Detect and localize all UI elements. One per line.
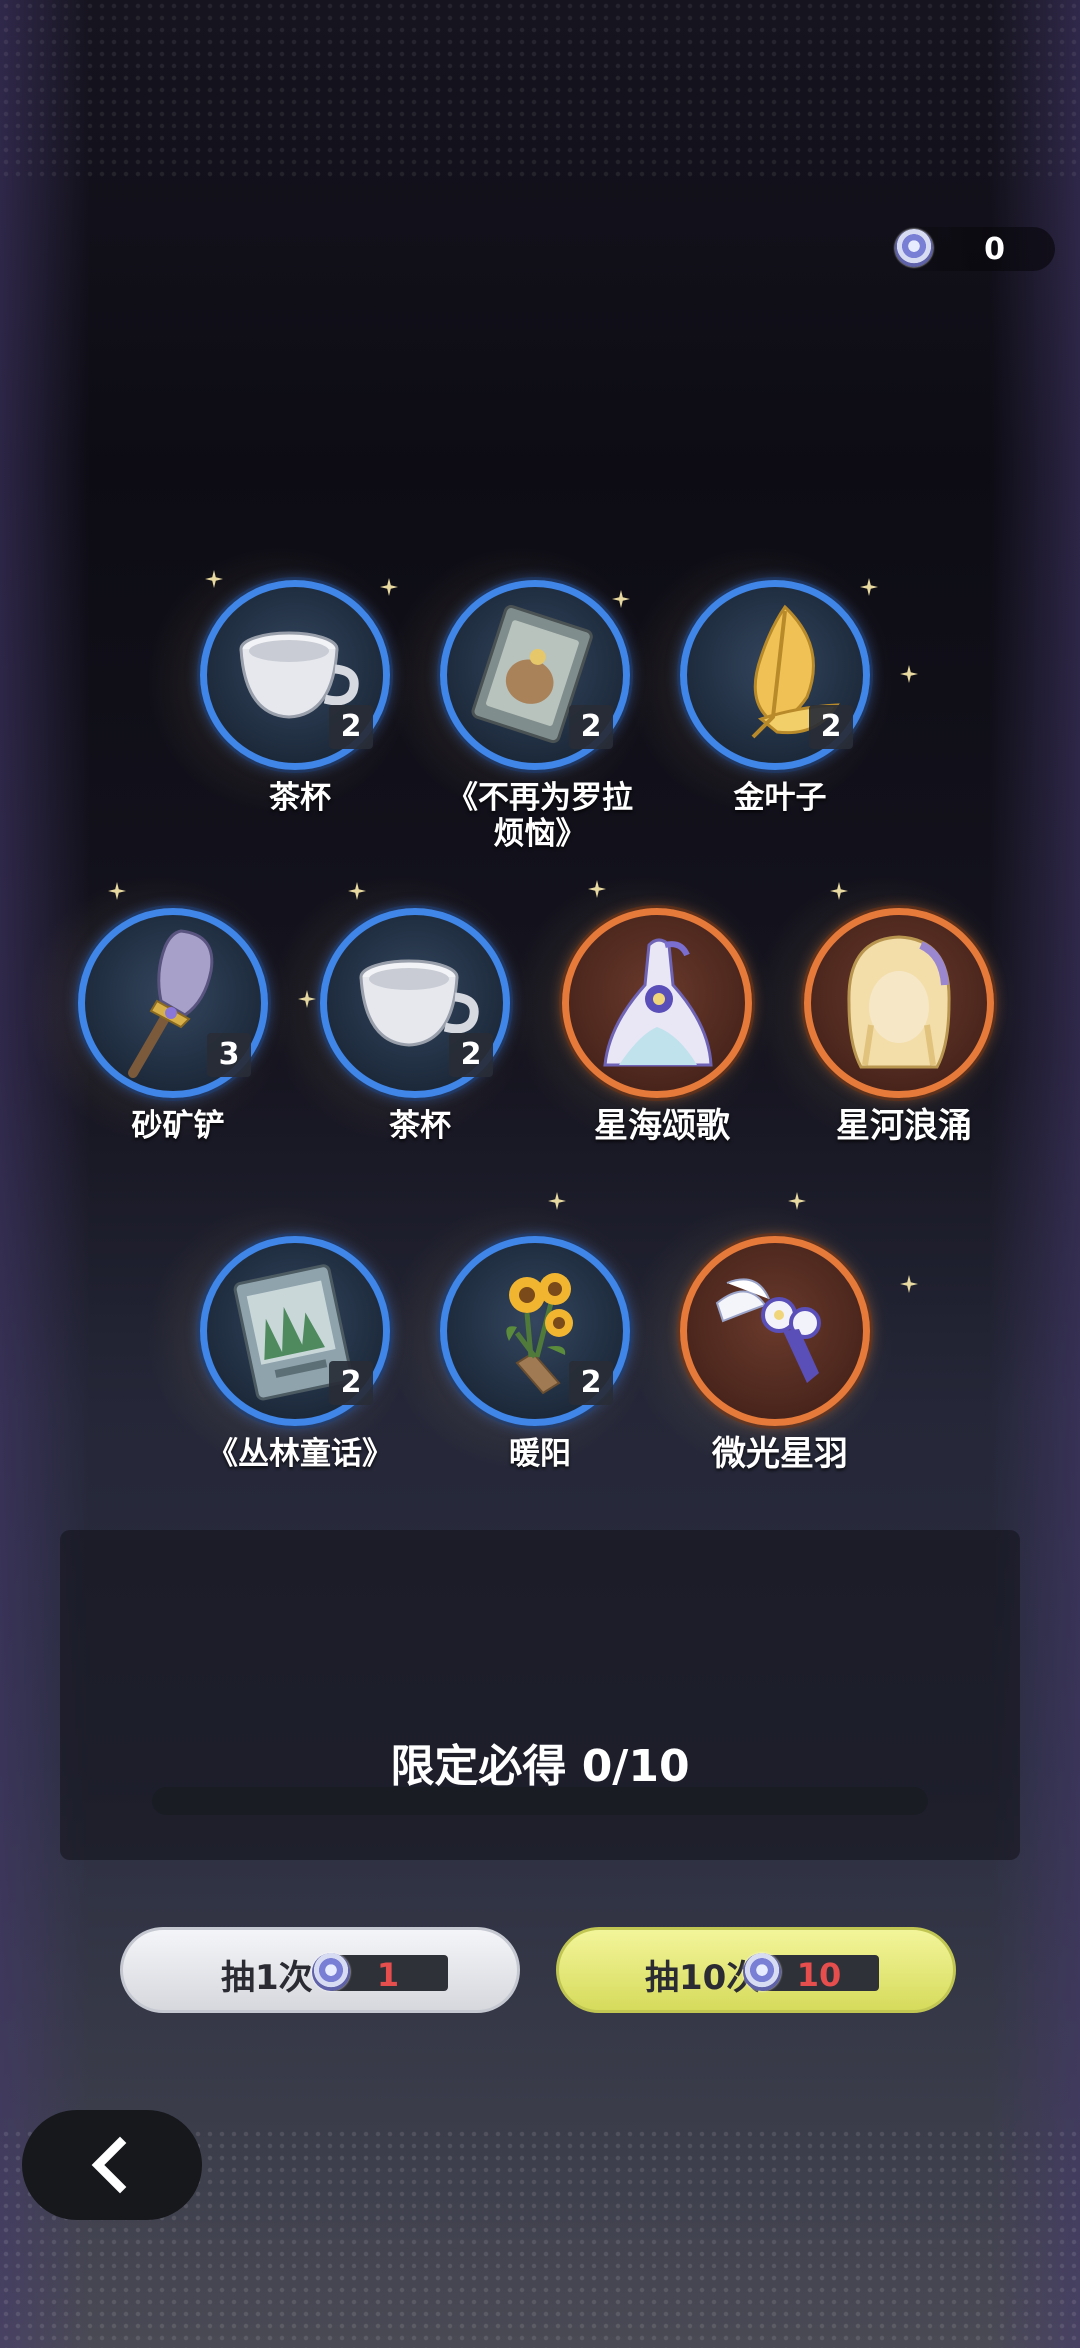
item-name: 金叶子: [733, 780, 827, 816]
draw-once-cost-value: 1: [376, 1956, 400, 1994]
item-name: 星海颂歌: [594, 1106, 730, 1146]
item-count-badge: 2: [449, 1033, 493, 1077]
sparkle-icon: [900, 1275, 918, 1293]
item-name: 《丛林童话》: [207, 1436, 393, 1472]
item-count-badge: 2: [569, 705, 613, 749]
item-count-badge: 2: [569, 1361, 613, 1405]
item-frame: 2: [440, 580, 630, 770]
item-name: 茶杯: [389, 1108, 451, 1144]
item-name: 暖阳: [509, 1436, 571, 1472]
pity-progress-bar: [152, 1787, 928, 1815]
background-left-glow: [0, 0, 90, 2348]
item-name: 微光星羽: [712, 1434, 848, 1474]
item-frame: 2: [680, 580, 870, 770]
star-coin-icon: [895, 229, 933, 267]
hair-icon: [847, 935, 951, 1069]
background-pattern-top: [0, 0, 1080, 180]
item-name: 星河浪涌: [836, 1106, 972, 1146]
currency-amount: 0: [984, 232, 1005, 267]
item-frame: 2: [200, 1236, 390, 1426]
item-count-badge: 2: [809, 705, 853, 749]
draw-ten-cost: 10: [743, 1953, 879, 1994]
hair-accessory-icon: [715, 1278, 821, 1383]
item-count-badge: 2: [329, 705, 373, 749]
draw-once-label: 抽1次: [221, 1958, 313, 1998]
draw-ten-button[interactable]: 抽10次 10: [556, 1927, 956, 2013]
draw-once-cost: 1: [312, 1953, 448, 1994]
item-frame: 2: [200, 580, 390, 770]
item-name: 茶杯: [269, 780, 331, 816]
item-frame: 3: [78, 908, 268, 1098]
currency-display: 0: [895, 227, 1055, 271]
chevron-left-icon: [91, 2136, 127, 2194]
draw-once-button[interactable]: 抽1次 1: [120, 1927, 520, 2013]
item-frame: [804, 908, 994, 1098]
draw-ten-cost-value: 10: [796, 1956, 842, 1994]
item-count-badge: 2: [329, 1361, 373, 1405]
background-right-glow: [990, 0, 1080, 2348]
item-name: 砂矿铲: [131, 1108, 225, 1144]
item-frame: 2: [440, 1236, 630, 1426]
item-name-line2: 烦恼》: [493, 816, 587, 852]
item-frame: [562, 908, 752, 1098]
pity-counter-label: 限定必得 0/10: [390, 1741, 690, 1792]
item-count-badge: 3: [207, 1033, 251, 1077]
item-name-line1: 《不再为罗拉: [447, 780, 633, 816]
item-frame: [680, 1236, 870, 1426]
item-frame: 2: [320, 908, 510, 1098]
item-name: 《不再为罗拉 烦恼》: [420, 780, 660, 852]
back-button[interactable]: [22, 2110, 202, 2220]
dress-icon: [603, 938, 713, 1067]
